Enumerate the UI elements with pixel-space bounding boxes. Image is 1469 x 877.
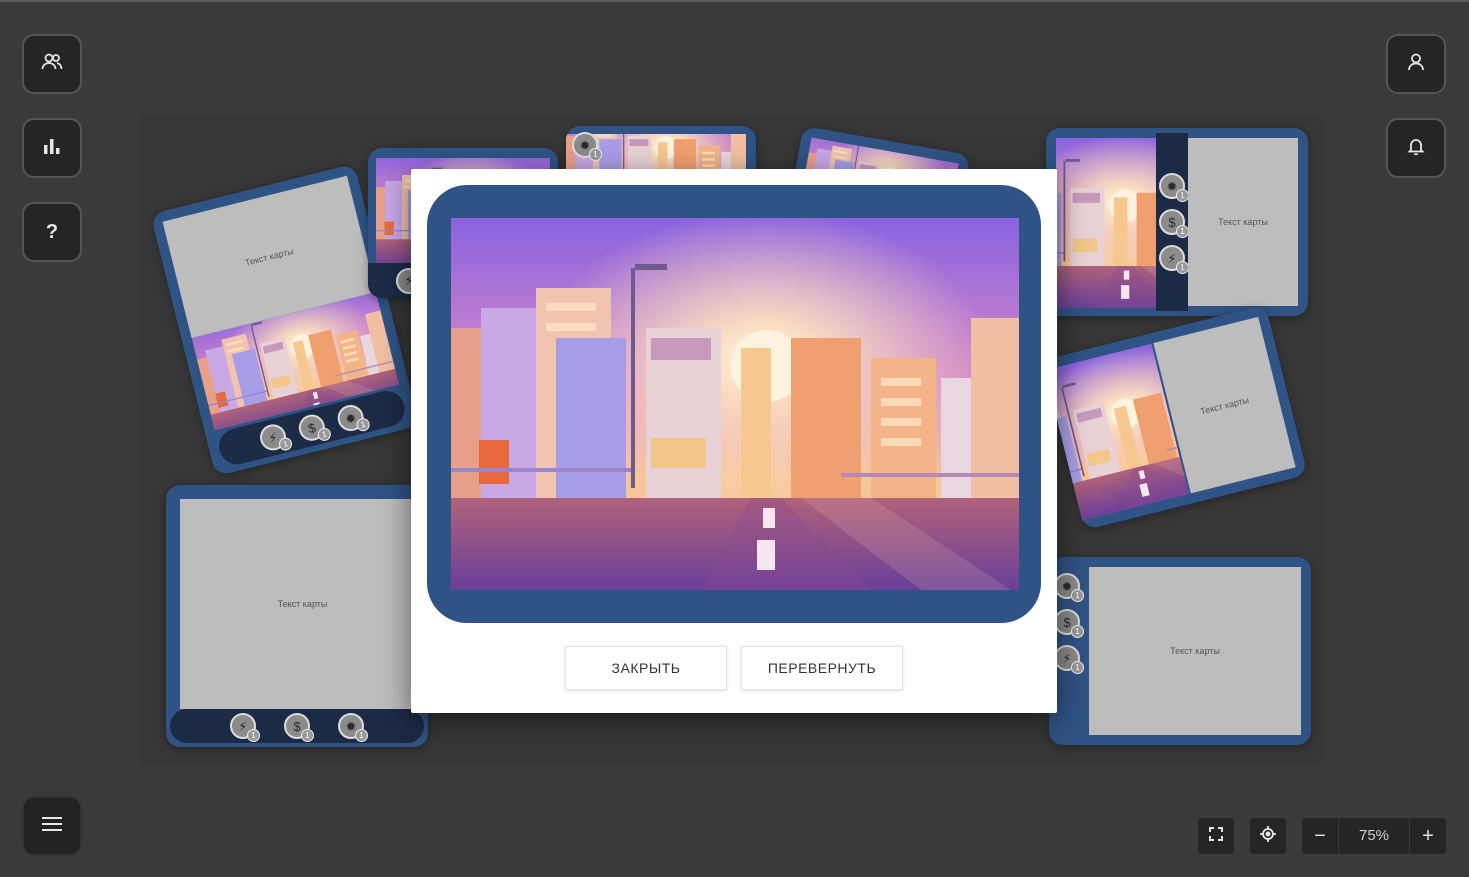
zoom-control: − 75% +: [1302, 818, 1446, 854]
profile-button[interactable]: [1386, 34, 1446, 94]
energy-icon: ⚡1: [257, 421, 294, 454]
money-icon: $1: [1054, 609, 1084, 638]
gear-icon: ✹ 1: [338, 713, 368, 742]
players-icon: [41, 53, 63, 76]
center-view-button[interactable]: [1250, 818, 1286, 854]
gear-icon: ✹ 1: [1054, 573, 1084, 602]
help-button[interactable]: ?: [22, 202, 82, 262]
card-text-area: Текст карты: [1089, 567, 1301, 735]
game-card[interactable]: ✹ 1 $1 ⚡ 1 Текст карты: [1049, 557, 1311, 745]
card-resource-strip: ⚡ 1 $1 ✹ 1: [170, 709, 424, 743]
gear-icon: ✹ 1: [572, 132, 602, 161]
fullscreen-icon: [1209, 826, 1223, 846]
card-resource-strip: ✹ 1 $1 ⚡ 1: [1156, 133, 1189, 311]
card-text: Текст карты: [243, 246, 295, 268]
flip-button[interactable]: ПЕРЕВЕРНУТЬ: [741, 646, 903, 690]
top-divider: [0, 0, 1469, 2]
notifications-button[interactable]: [1386, 118, 1446, 178]
card-art: [1056, 138, 1166, 308]
card-text: Текст карты: [277, 599, 328, 609]
energy-icon: ⚡1: [1054, 645, 1084, 674]
crosshair-icon: [1260, 825, 1276, 847]
energy-icon: ⚡1: [1159, 245, 1189, 274]
user-icon: [1407, 53, 1425, 76]
zoom-in-button[interactable]: +: [1410, 825, 1446, 848]
card-preview-modal: ЗАКРЫТЬ ПЕРЕВЕРНУТЬ: [411, 169, 1057, 713]
card-text: Текст карты: [1199, 394, 1250, 417]
gear-icon: ✹ 1: [1159, 173, 1189, 202]
zoom-level: 75%: [1338, 818, 1410, 854]
energy-icon: ⚡1: [230, 713, 260, 742]
money-icon: $1: [1159, 209, 1189, 238]
game-card[interactable]: Текст карты ⚡ 1 $1 ✹ 1: [166, 485, 428, 747]
bar-chart-icon: [43, 138, 61, 159]
preview-card: [427, 185, 1041, 623]
preview-card-art: [451, 218, 1019, 590]
zoom-out-button[interactable]: −: [1302, 825, 1338, 848]
card-text-area: Текст карты: [180, 499, 425, 709]
close-button[interactable]: ЗАКРЫТЬ: [565, 646, 727, 690]
card-text: Текст карты: [1218, 217, 1268, 227]
menu-icon: [42, 816, 62, 836]
help-label: ?: [45, 220, 59, 243]
gear-icon: ✹ 1: [334, 402, 372, 434]
game-card[interactable]: ✹ 1 $1 ⚡ 1 Текст карты: [1046, 128, 1308, 316]
bell-icon: [1407, 137, 1425, 160]
money-icon: $1: [296, 411, 333, 444]
money-icon: $1: [284, 713, 314, 742]
players-button[interactable]: [22, 34, 82, 94]
menu-button[interactable]: [22, 796, 82, 856]
card-text-area: Текст карты: [1188, 138, 1298, 306]
fullscreen-button[interactable]: [1198, 818, 1234, 854]
card-text: Текст карты: [1170, 646, 1220, 656]
stats-button[interactable]: [22, 118, 82, 178]
